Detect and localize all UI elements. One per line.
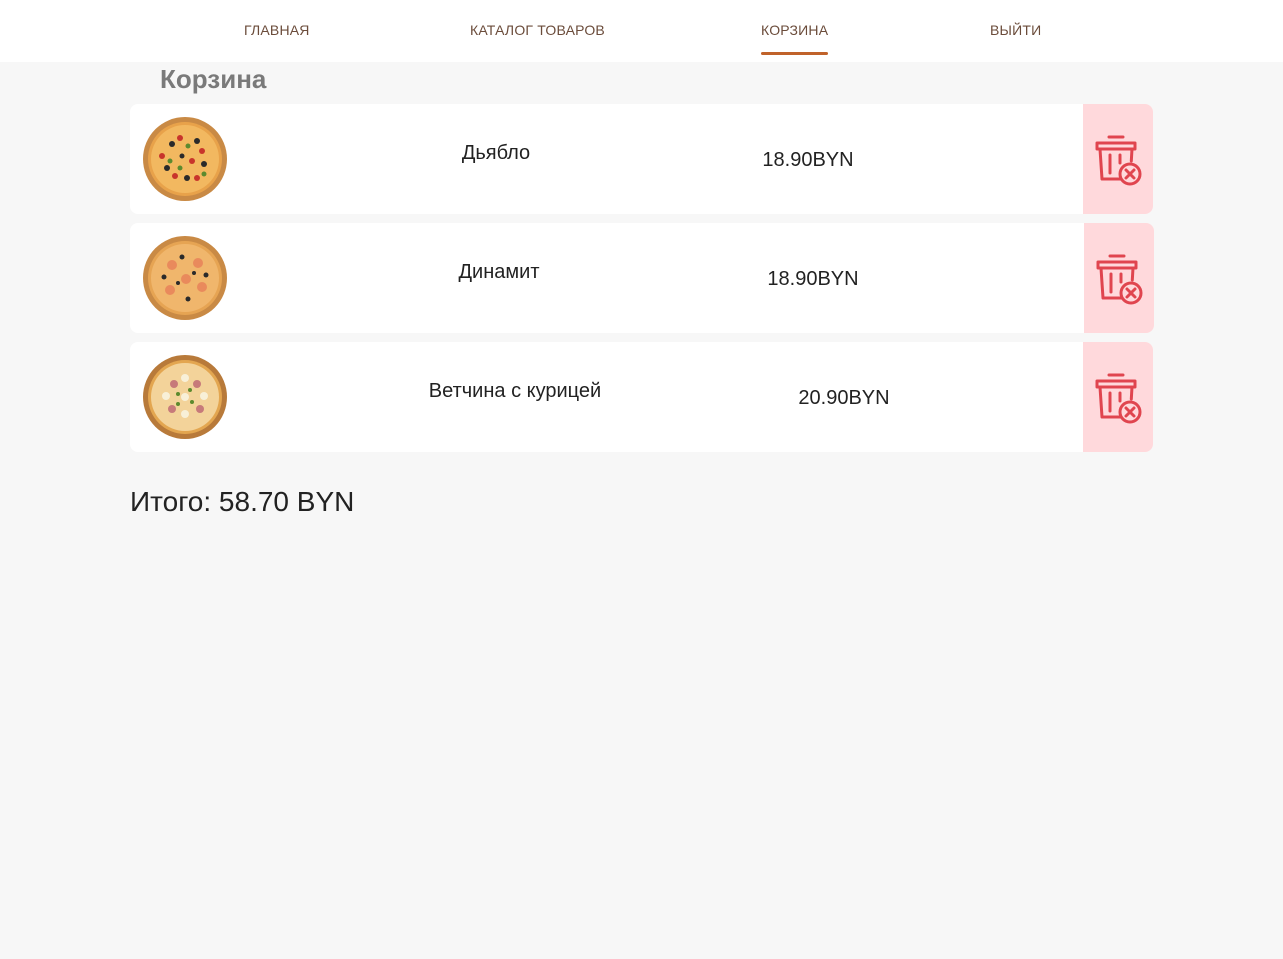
cart-item: Динамит 18.90BYN	[130, 223, 1154, 333]
delete-item-button[interactable]	[1083, 342, 1153, 452]
item-price: 18.90BYN	[767, 268, 859, 290]
delete-item-button[interactable]	[1083, 104, 1153, 214]
pizza-icon	[143, 236, 227, 320]
nav-home-link[interactable]: ГЛАВНАЯ	[244, 22, 310, 38]
page-title: Корзина	[160, 64, 267, 94]
trash-remove-icon	[1095, 135, 1142, 186]
trash-remove-icon	[1095, 373, 1142, 424]
item-name: Ветчина с курицей	[428, 380, 602, 402]
trash-remove-icon	[1096, 254, 1143, 305]
pizza-icon	[143, 117, 227, 201]
delete-item-button[interactable]	[1084, 223, 1154, 333]
cart-item: Ветчина с курицей 20.90BYN	[130, 342, 1153, 452]
item-price: 20.90BYN	[798, 387, 890, 409]
cart-list: Дьябло 18.90BYN Динамит 18.90BYN Ветчина…	[130, 104, 1154, 461]
item-name: Динамит	[458, 261, 540, 283]
cart-item: Дьябло 18.90BYN	[130, 104, 1153, 214]
nav-catalog-link[interactable]: КАТАЛОГ ТОВАРОВ	[470, 22, 605, 38]
cart-total: Итого: 58.70 BYN	[130, 486, 355, 517]
item-price: 18.90BYN	[762, 149, 854, 171]
item-name: Дьябло	[461, 142, 531, 164]
pizza-icon	[143, 355, 227, 439]
nav-logout-link[interactable]: ВЫЙТИ	[990, 22, 1041, 38]
top-navigation: ГЛАВНАЯ КАТАЛОГ ТОВАРОВ КОРЗИНА ВЫЙТИ	[0, 0, 1283, 62]
nav-cart-link[interactable]: КОРЗИНА	[761, 22, 829, 55]
